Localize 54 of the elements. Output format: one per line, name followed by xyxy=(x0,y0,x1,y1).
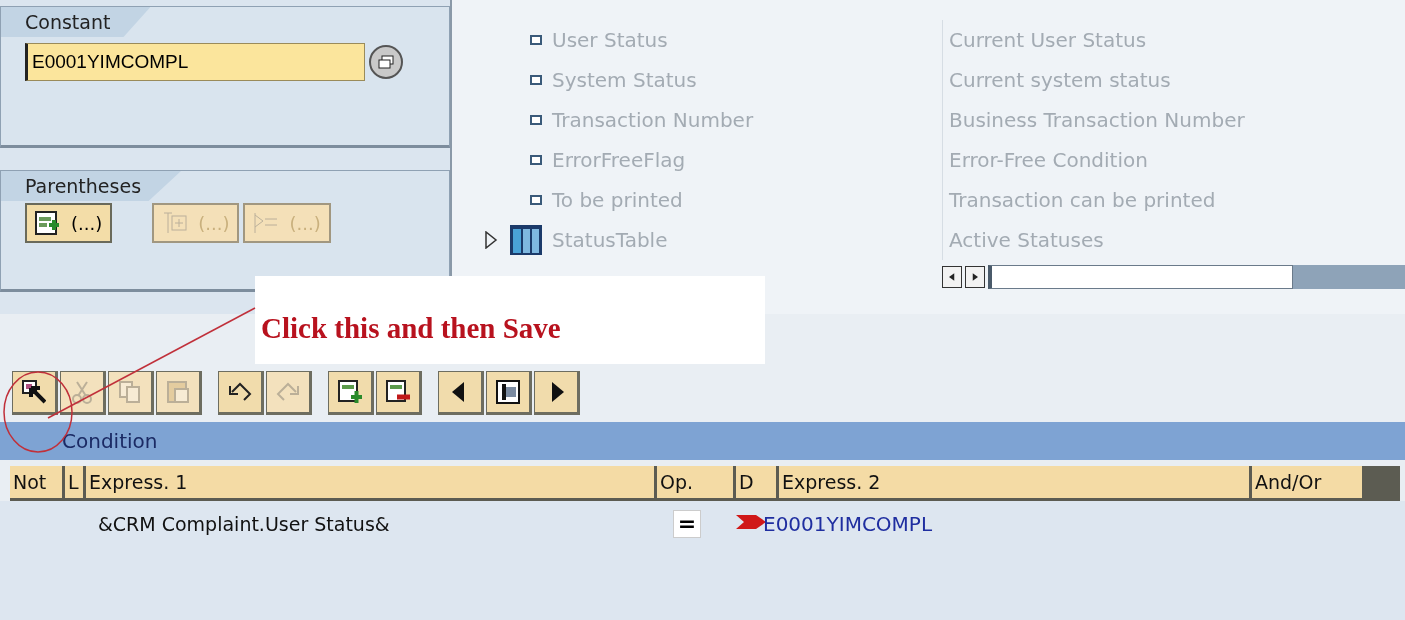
group-title: Constant xyxy=(1,7,151,37)
toolbar-button[interactable] xyxy=(328,371,374,415)
select-icon xyxy=(22,380,46,404)
field-icon xyxy=(530,35,542,45)
group-title: Parentheses xyxy=(1,171,182,201)
field-icon xyxy=(530,195,542,205)
item-description: Error-Free Condition xyxy=(942,140,1405,180)
column-icon xyxy=(496,380,520,404)
column-header[interactable]: And/Or xyxy=(1252,466,1362,498)
item-description: Business Transaction Number xyxy=(942,100,1405,140)
left-arrow-icon xyxy=(949,272,955,282)
column-header[interactable]: Op. xyxy=(657,466,733,498)
item-description: Active Statuses xyxy=(942,220,1405,260)
right-arrow-icon xyxy=(972,272,978,282)
expand-arrow-icon[interactable] xyxy=(484,231,498,249)
delete-row-icon xyxy=(386,380,410,404)
column-header[interactable]: Not xyxy=(10,466,62,498)
toolbar-button[interactable] xyxy=(218,371,264,415)
parentheses-button[interactable]: (...) xyxy=(25,203,113,243)
scrollbar-thumb[interactable] xyxy=(1293,265,1405,289)
toolbar-button[interactable] xyxy=(486,371,532,415)
add-table-icon xyxy=(35,211,61,235)
toolbar-button[interactable] xyxy=(12,371,58,415)
item-description: Current system status xyxy=(942,60,1405,100)
scissors-icon xyxy=(70,380,94,404)
column-header[interactable]: Express. 2 xyxy=(779,466,1249,498)
list-icon xyxy=(253,211,280,235)
toolbar-button[interactable] xyxy=(438,371,484,415)
table-icon xyxy=(162,211,189,235)
field-icon xyxy=(530,115,542,125)
table-cell-text: &CRM Complaint.User Status& xyxy=(97,513,391,535)
annotation-text: Click this and then Save xyxy=(261,311,561,345)
arrow-icon xyxy=(736,513,766,531)
value-link[interactable]: E0001YIMCOMPL xyxy=(763,512,1249,536)
toolbar-button[interactable] xyxy=(534,371,580,415)
table-icon xyxy=(510,225,542,255)
column-header[interactable]: L xyxy=(65,466,83,498)
section-title: Condition xyxy=(62,429,158,453)
column-header[interactable]: Express. 1 xyxy=(86,466,654,498)
field-icon xyxy=(530,75,542,85)
toolbar-button[interactable] xyxy=(376,371,422,415)
operator-button[interactable]: = xyxy=(673,510,701,538)
value-help-button[interactable] xyxy=(369,45,403,79)
scroll-left-button[interactable] xyxy=(942,266,962,288)
input-field[interactable]: E0001YIMCOMPL xyxy=(25,43,365,81)
column-header[interactable]: D xyxy=(736,466,776,498)
field-icon xyxy=(530,155,542,165)
item-description: Transaction can be printed xyxy=(942,180,1405,220)
add-row-icon xyxy=(338,380,362,404)
paste-icon xyxy=(166,380,190,404)
windows-icon xyxy=(378,55,394,69)
item-description: Current User Status xyxy=(942,20,1405,60)
copy-icon xyxy=(118,380,142,404)
scroll-right-button[interactable] xyxy=(965,266,985,288)
